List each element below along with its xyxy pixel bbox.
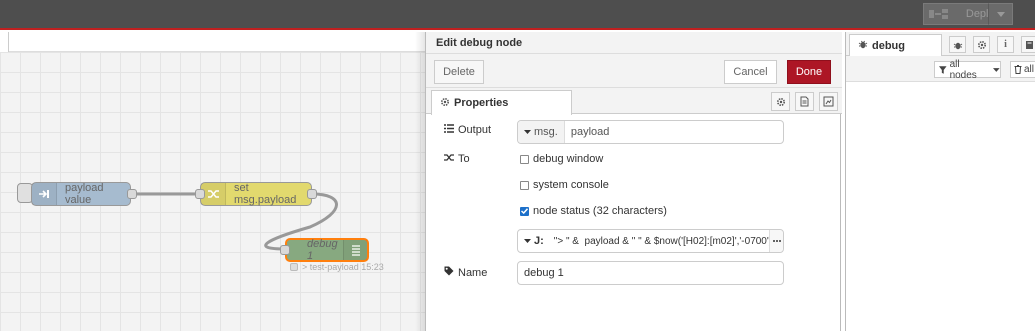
change-output-port[interactable]	[307, 189, 317, 199]
tab-description[interactable]	[795, 92, 814, 111]
output-typed-input[interactable]: msg. payload	[517, 120, 784, 144]
sidebar-book-button[interactable]	[1021, 36, 1035, 53]
output-label: Output	[458, 124, 492, 136]
node-status-checkbox[interactable]	[520, 206, 529, 216]
delete-button[interactable]: Delete	[434, 60, 484, 84]
debug-status-text: > test-payload 15:23	[302, 262, 384, 272]
debug-node[interactable]: debug 1	[285, 238, 369, 262]
output-type-label: msg.	[534, 126, 558, 138]
file-text-icon	[800, 96, 809, 107]
inject-output-port[interactable]	[127, 189, 137, 199]
trash-icon	[1014, 65, 1022, 74]
jsonata-icon: J:	[534, 235, 544, 247]
list-icon	[444, 124, 454, 136]
system-console-checkbox[interactable]	[520, 180, 529, 190]
book-icon	[1025, 40, 1033, 49]
filter-label: all nodes	[949, 58, 977, 81]
inject-node[interactable]: payload value	[31, 182, 131, 206]
tab-debug-label: debug	[872, 39, 905, 52]
deploy-menu-button[interactable]	[988, 3, 1013, 25]
bug-icon	[953, 42, 962, 49]
change-node-label: set msg.payload	[234, 182, 297, 206]
sidebar: debug i all nodes all	[845, 32, 1035, 331]
debug-input-port[interactable]	[280, 245, 290, 255]
change-node[interactable]: set msg.payload	[200, 182, 312, 206]
name-label: Name	[458, 266, 488, 279]
clear-messages-button[interactable]: all	[1010, 61, 1035, 78]
tab-appearance[interactable]	[819, 92, 838, 111]
inject-icon	[32, 183, 57, 205]
tab-properties-label: Properties	[454, 97, 509, 109]
system-console-label: system console	[533, 179, 609, 191]
sidebar-tabbar: debug i	[846, 32, 1035, 56]
output-type-select[interactable]: msg.	[518, 121, 565, 143]
expression-editor-button[interactable]	[769, 230, 783, 252]
app-header: Deploy	[0, 0, 1035, 30]
appearance-icon	[823, 96, 834, 107]
cancel-button[interactable]: Cancel	[724, 60, 777, 84]
shuffle-icon	[444, 153, 454, 165]
status-type-select[interactable]: J:	[518, 230, 550, 252]
name-row: Name	[444, 266, 487, 279]
debug-list-icon	[343, 240, 367, 260]
to-label: To	[458, 153, 470, 165]
option-debug-window[interactable]: debug window	[520, 153, 603, 165]
done-button[interactable]: Done	[787, 60, 831, 84]
status-expression-input[interactable]: J: "> " & payload & " " & $now('[H02]:[m…	[517, 229, 784, 253]
caret-down-icon	[524, 239, 531, 243]
gear-icon	[977, 40, 986, 49]
ellipsis-icon	[772, 240, 781, 242]
tray-title: Edit debug node	[426, 32, 842, 54]
tab-settings[interactable]	[771, 92, 790, 111]
caret-down-icon	[524, 130, 531, 134]
debug-window-label: debug window	[533, 153, 604, 165]
check-icon	[521, 208, 528, 214]
clear-label: all	[1024, 64, 1035, 75]
output-row: Output	[444, 124, 491, 136]
output-value[interactable]: payload	[565, 126, 610, 138]
node-status-label: node status (32 characters)	[533, 205, 667, 217]
option-system-console[interactable]: system console	[520, 179, 609, 191]
status-expression-value[interactable]: "> " & payload & " " & $now('[H02]:[m02]…	[550, 236, 772, 247]
sidebar-config-button[interactable]	[973, 36, 990, 53]
bug-icon	[858, 39, 868, 52]
edit-tray: Edit debug node Delete Cancel Done Prope…	[425, 32, 842, 331]
tag-icon	[444, 266, 454, 279]
option-node-status[interactable]: node status (32 characters)	[520, 205, 667, 217]
debug-node-label: debug 1	[307, 238, 338, 262]
info-icon[interactable]: i	[997, 36, 1014, 53]
gear-icon	[440, 97, 450, 110]
tray-tabbar: Properties	[426, 88, 842, 115]
sidebar-toolbar: all nodes all	[846, 56, 1035, 82]
inject-node-label: payload value	[64, 182, 104, 206]
caret-down-icon	[993, 67, 1000, 72]
filter-nodes-button[interactable]: all nodes	[934, 58, 1001, 81]
status-dot-icon	[290, 263, 298, 271]
sidebar-debug-button[interactable]	[949, 36, 966, 53]
debug-node-status: > test-payload 15:23	[290, 262, 384, 272]
filter-icon	[939, 65, 947, 74]
name-input[interactable]: debug 1	[517, 261, 784, 285]
change-input-port[interactable]	[195, 189, 205, 199]
deploy-icon	[924, 4, 954, 24]
to-row: To	[444, 153, 470, 165]
caret-down-icon	[996, 11, 1005, 17]
tray-toolbar: Delete Cancel Done	[426, 54, 842, 88]
debug-window-checkbox[interactable]	[520, 154, 529, 164]
tab-debug[interactable]: debug	[849, 34, 942, 56]
gear-icon	[776, 97, 785, 106]
tab-properties[interactable]: Properties	[431, 90, 572, 115]
